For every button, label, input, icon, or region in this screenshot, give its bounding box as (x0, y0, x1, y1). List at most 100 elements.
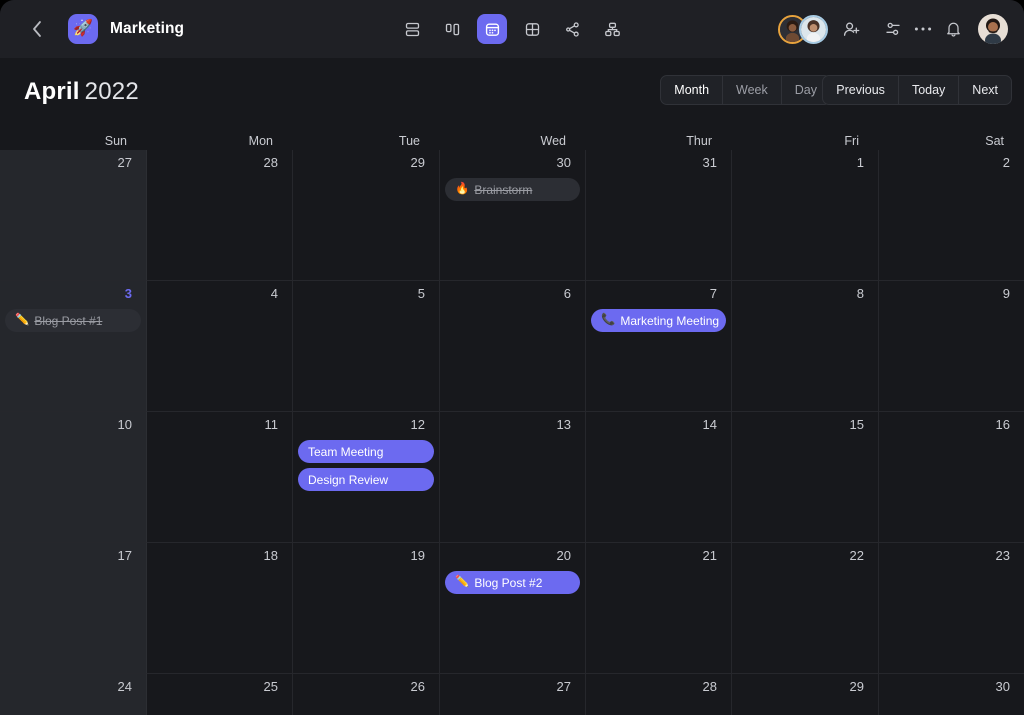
board-view-icon[interactable] (437, 14, 467, 44)
list-view-icon[interactable] (397, 14, 427, 44)
calendar-event[interactable]: ✏️Blog Post #2 (445, 571, 580, 594)
weekday-tue: Tue (293, 126, 440, 150)
calendar-day-cell[interactable]: 30 (879, 674, 1024, 715)
event-emoji-icon: 🔥 (455, 184, 469, 196)
calendar-day-cell[interactable]: 28 (147, 150, 293, 281)
share-view-icon[interactable] (557, 14, 587, 44)
filter-icon[interactable] (878, 14, 908, 44)
calendar-day-cell[interactable]: 14 (586, 412, 732, 543)
calendar-day-cell[interactable]: 26 (293, 674, 440, 715)
calendar-day-cell[interactable]: 27 (0, 150, 147, 281)
calendar-day-cell[interactable]: 7📞Marketing Meeting (586, 281, 732, 412)
calendar-day-cell[interactable]: 25 (147, 674, 293, 715)
day-number: 31 (703, 156, 717, 169)
day-number: 28 (264, 156, 278, 169)
today-button[interactable]: Today (899, 76, 959, 104)
calendar-day-cell[interactable]: 22 (732, 543, 879, 674)
calendar-day-cell[interactable]: 15 (732, 412, 879, 543)
event-title: Blog Post #2 (474, 577, 542, 589)
day-number: 30 (557, 156, 571, 169)
calendar-day-cell[interactable]: 1 (732, 150, 879, 281)
calendar-day-cell[interactable]: 4 (147, 281, 293, 412)
calendar-day-cell[interactable]: 24 (0, 674, 147, 715)
calendar-day-cell[interactable]: 27 (440, 674, 586, 715)
calendar-day-cell[interactable]: 3✏️Blog Post #1 (0, 281, 147, 412)
calendar-event[interactable]: 🔥Brainstorm (445, 178, 580, 201)
calendar-day-cell[interactable]: 2 (879, 150, 1024, 281)
calendar-day-cell[interactable]: 11 (147, 412, 293, 543)
calendar-day-cell[interactable]: 5 (293, 281, 440, 412)
day-number: 23 (996, 549, 1010, 562)
calendar-day-cell[interactable]: 9 (879, 281, 1024, 412)
day-events: 📞Marketing Meeting (591, 309, 726, 332)
day-number: 17 (118, 549, 132, 562)
day-events: Team Meeting Design Review (298, 440, 434, 491)
more-options-icon[interactable] (908, 14, 938, 44)
calendar-day-cell[interactable]: 6 (440, 281, 586, 412)
calendar-day-cell[interactable]: 28 (586, 674, 732, 715)
member-avatars (778, 15, 828, 44)
range-button-group: Month Week Day (660, 75, 831, 105)
calendar-day-cell[interactable]: 16 (879, 412, 1024, 543)
event-emoji-icon: ✏️ (15, 315, 29, 327)
month-label: April (24, 78, 80, 105)
calendar-day-cell[interactable]: 10 (0, 412, 147, 543)
day-number: 14 (703, 418, 717, 431)
previous-button[interactable]: Previous (823, 76, 899, 104)
project-rocket-icon: 🚀 (68, 14, 98, 44)
day-number: 28 (703, 680, 717, 693)
month-button[interactable]: Month (661, 76, 723, 104)
weekday-header: Sun Mon Tue Wed Thur Fri Sat (0, 126, 1024, 150)
calendar-day-cell[interactable]: 21 (586, 543, 732, 674)
calendar-day-cell[interactable]: 31 (586, 150, 732, 281)
next-button[interactable]: Next (959, 76, 1011, 104)
day-number: 5 (418, 287, 425, 300)
calendar-day-cell[interactable]: 29 (293, 150, 440, 281)
table-view-icon[interactable] (517, 14, 547, 44)
calendar-day-cell[interactable]: 8 (732, 281, 879, 412)
account-avatar[interactable] (978, 14, 1008, 44)
member-avatar-2[interactable] (799, 15, 828, 44)
calendar-day-cell[interactable]: 23 (879, 543, 1024, 674)
weekday-thur: Thur (586, 126, 732, 150)
calendar-day-cell[interactable]: 19 (293, 543, 440, 674)
calendar-day-cell[interactable]: 17 (0, 543, 147, 674)
day-events: ✏️Blog Post #1 (5, 309, 141, 332)
calendar-event[interactable]: ✏️Blog Post #1 (5, 309, 141, 332)
org-view-icon[interactable] (597, 14, 627, 44)
week-button[interactable]: Week (723, 76, 782, 104)
day-number: 12 (411, 418, 425, 431)
add-member-icon[interactable] (836, 14, 866, 44)
weekday-wed: Wed (440, 126, 586, 150)
top-bar-right (778, 0, 1008, 58)
day-number: 2 (1003, 156, 1010, 169)
day-number: 29 (411, 156, 425, 169)
calendar-day-cell[interactable]: 30 🔥Brainstorm (440, 150, 586, 281)
calendar-day-cell[interactable]: 12 Team Meeting Design Review (293, 412, 440, 543)
calendar-day-cell[interactable]: 18 (147, 543, 293, 674)
weekday-sat: Sat (879, 126, 1024, 150)
notification-bell-icon[interactable] (938, 14, 968, 44)
day-events: ✏️Blog Post #2 (445, 571, 580, 594)
back-button[interactable] (26, 18, 48, 40)
day-number: 27 (557, 680, 571, 693)
calendar-event[interactable]: 📞Marketing Meeting (591, 309, 726, 332)
day-number: 18 (264, 549, 278, 562)
calendar-view-icon[interactable] (477, 14, 507, 44)
day-number: 21 (703, 549, 717, 562)
page-title: April2022 (24, 78, 139, 106)
day-number: 8 (857, 287, 864, 300)
calendar-event[interactable]: Team Meeting (298, 440, 434, 463)
calendar-day-cell[interactable]: 20✏️Blog Post #2 (440, 543, 586, 674)
weekday-fri: Fri (732, 126, 879, 150)
day-events: 🔥Brainstorm (445, 178, 580, 201)
year-label: 2022 (85, 78, 139, 105)
day-number: 25 (264, 680, 278, 693)
calendar-day-cell[interactable]: 29 (732, 674, 879, 715)
navigation-button-group: Previous Today Next (822, 75, 1012, 105)
calendar-day-cell[interactable]: 13 (440, 412, 586, 543)
day-number: 9 (1003, 287, 1010, 300)
calendar-grid: 27282930🔥Brainstorm31123✏️Blog Post #145… (0, 150, 1024, 715)
calendar-event[interactable]: Design Review (298, 468, 434, 491)
day-number: 19 (411, 549, 425, 562)
